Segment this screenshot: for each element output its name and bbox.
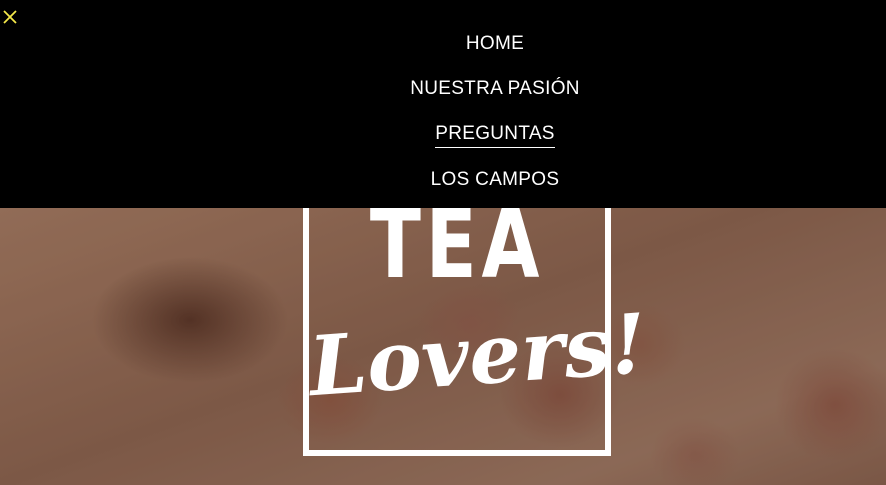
nav-item-label: PREGUNTAS [435, 123, 555, 148]
nav-item-label: LOS CAMPOS [430, 169, 560, 190]
nav-item-label: HOME [465, 33, 525, 54]
nav-item-home[interactable]: HOME [395, 33, 595, 57]
logo-text-tea: TEA [369, 188, 545, 300]
page: TEA Lovers! HOME NUESTRA PASIÓN PREGUNTA… [0, 0, 886, 485]
logo-text-lovers: Lovers! [306, 295, 650, 416]
nav-item-nuestra-pasion[interactable]: NUESTRA PASIÓN [395, 78, 595, 102]
nav-item-los-campos[interactable]: LOS CAMPOS [395, 169, 595, 193]
close-icon [3, 10, 17, 24]
nav-item-label: NUESTRA PASIÓN [410, 78, 580, 99]
close-menu-button[interactable] [2, 9, 18, 25]
nav-item-preguntas[interactable]: PREGUNTAS [395, 123, 595, 148]
nav-menu-overlay: HOME NUESTRA PASIÓN PREGUNTAS LOS CAMPOS [0, 0, 886, 208]
